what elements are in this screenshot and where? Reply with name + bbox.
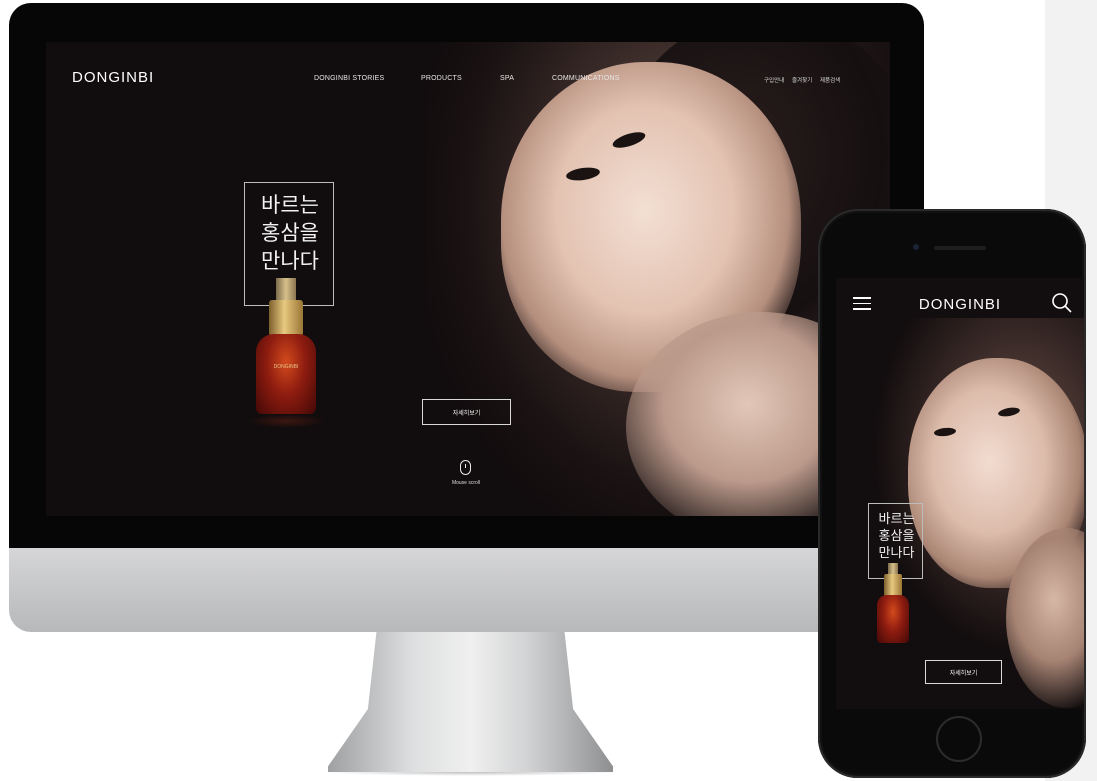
- mobile-site-logo[interactable]: DONGINBI: [836, 296, 1084, 313]
- hero-title-line-3: 만나다: [261, 249, 319, 273]
- mouse-scroll-label: Mouse scroll: [451, 480, 481, 486]
- util-purchase-guide[interactable]: 구입안내: [764, 76, 784, 84]
- view-details-button[interactable]: 자세히보기: [422, 399, 511, 425]
- mobile-product-collar: [884, 574, 902, 596]
- mobile-screen: DONGINBI 바르는 홍삼을 만나다 자세히보기: [836, 278, 1084, 709]
- monitor-chin: [9, 548, 924, 632]
- hero-title-line-2: 홍삼을: [261, 221, 319, 245]
- desktop-screen: DONGINBI DONGINBI STORIES PRODUCTS SPA C…: [46, 42, 890, 516]
- nav-communications[interactable]: COMMUNICATIONS: [552, 75, 620, 82]
- mouse-wheel-icon: [465, 464, 466, 468]
- mobile-hero-title-line-3: 만나다: [878, 546, 915, 561]
- product-bottle-collar: [269, 300, 303, 336]
- nav-donginbi-stories[interactable]: DONGINBI STORIES: [314, 75, 384, 82]
- hero-title-line-1: 바르는: [261, 193, 319, 217]
- site-logo[interactable]: DONGINBI: [72, 69, 154, 86]
- mouse-scroll-icon[interactable]: [460, 460, 471, 475]
- phone-speaker: [934, 246, 986, 250]
- product-bottle-image: DONGINBI: [256, 334, 316, 414]
- monitor-stand: [328, 632, 613, 772]
- util-product-search[interactable]: 제품검색: [820, 76, 840, 84]
- phone-home-button: [936, 716, 982, 762]
- nav-products[interactable]: PRODUCTS: [421, 75, 462, 82]
- product-reflection: [248, 414, 326, 428]
- util-bookmark[interactable]: 즐겨찾기: [792, 76, 812, 84]
- mobile-product-bottle-image: [877, 595, 909, 643]
- phone-camera: [913, 244, 919, 250]
- search-icon[interactable]: [1051, 292, 1073, 314]
- product-bottle-label: DONGINBI: [273, 364, 299, 370]
- mobile-view-details-button[interactable]: 자세히보기: [925, 660, 1002, 684]
- nav-spa[interactable]: SPA: [500, 75, 514, 82]
